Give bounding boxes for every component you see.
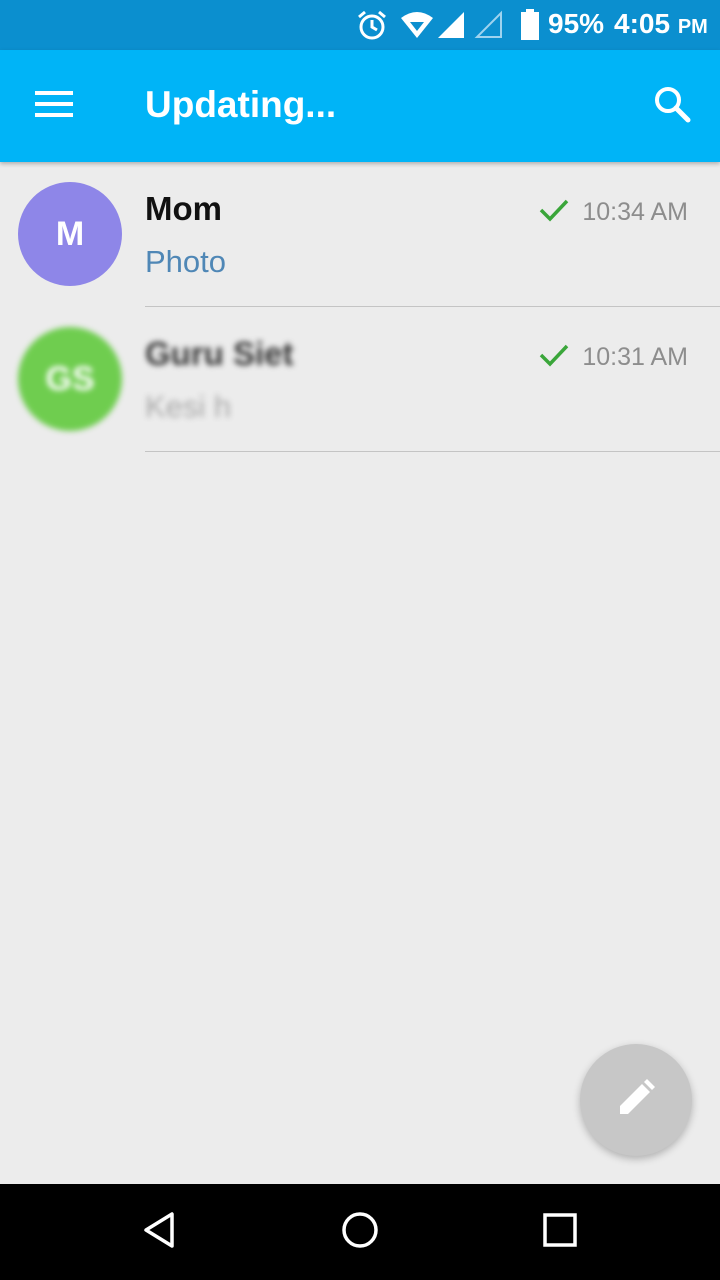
signal-empty-icon bbox=[474, 0, 504, 50]
page-title: Updating... bbox=[145, 84, 337, 125]
chat-time: 10:34 AM bbox=[582, 198, 688, 226]
search-icon bbox=[653, 85, 691, 128]
status-bar: 95% 4:05 PM bbox=[0, 0, 720, 50]
chat-row-guru-siet[interactable]: GS Guru Siet Kesi h 10:31 AM bbox=[0, 307, 720, 452]
back-button[interactable] bbox=[128, 1200, 192, 1264]
pencil-icon bbox=[616, 1078, 656, 1123]
alarm-icon bbox=[356, 0, 388, 50]
chat-preview: Photo bbox=[145, 244, 227, 279]
chat-name: Mom bbox=[145, 190, 222, 227]
check-icon bbox=[538, 341, 570, 369]
clock-time: 4:05 bbox=[614, 8, 671, 39]
home-button[interactable] bbox=[328, 1200, 392, 1264]
chat-row-mom[interactable]: M Mom Photo 10:34 AM bbox=[0, 162, 720, 307]
avatar: GS bbox=[18, 327, 122, 431]
battery-percent: 95% bbox=[548, 8, 605, 39]
chat-name: Guru Siet bbox=[145, 335, 294, 372]
avatar: M bbox=[18, 182, 122, 286]
compose-button[interactable] bbox=[580, 1044, 692, 1156]
wifi-icon bbox=[400, 0, 434, 50]
recents-button[interactable] bbox=[528, 1200, 592, 1264]
clock-ampm: PM bbox=[677, 16, 708, 38]
search-button[interactable] bbox=[640, 76, 704, 136]
home-icon bbox=[340, 1210, 380, 1255]
chat-time: 10:31 AM bbox=[582, 343, 688, 371]
battery-icon bbox=[520, 0, 540, 50]
menu-button[interactable] bbox=[18, 72, 90, 140]
app-bar: Updating... bbox=[0, 50, 720, 162]
recents-icon bbox=[540, 1210, 580, 1255]
status-clock: 4:05 PM bbox=[614, 8, 708, 40]
divider bbox=[145, 451, 720, 452]
check-icon bbox=[538, 196, 570, 224]
navigation-bar bbox=[0, 1184, 720, 1280]
hamburger-menu-icon bbox=[35, 90, 73, 122]
back-icon bbox=[140, 1210, 180, 1255]
chat-preview: Kesi h bbox=[145, 389, 232, 424]
signal-icon bbox=[436, 0, 466, 50]
